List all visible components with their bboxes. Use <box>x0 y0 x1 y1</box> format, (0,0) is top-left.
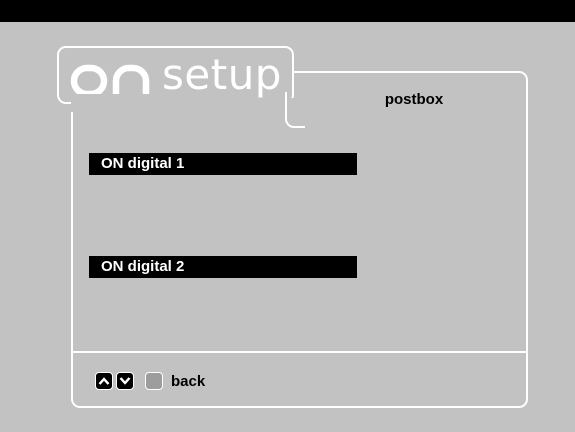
page-title: setup <box>162 50 282 99</box>
on-brand-logo: on <box>70 64 150 94</box>
back-label: back <box>171 372 206 390</box>
footer-divider <box>71 351 528 353</box>
tab-postbox[interactable]: postbox <box>300 91 528 108</box>
footer-hints: back <box>95 371 205 391</box>
logo: on setup <box>70 51 282 99</box>
tab-join <box>71 98 297 112</box>
chevron-down-icon[interactable] <box>116 372 134 390</box>
grey-key-icon[interactable] <box>145 372 163 390</box>
chevron-up-icon[interactable] <box>95 372 113 390</box>
menu-item-on-digital-2[interactable]: ON digital 2 <box>89 256 357 278</box>
menu-item-on-digital-1[interactable]: ON digital 1 <box>89 153 357 175</box>
top-bar <box>0 0 575 22</box>
